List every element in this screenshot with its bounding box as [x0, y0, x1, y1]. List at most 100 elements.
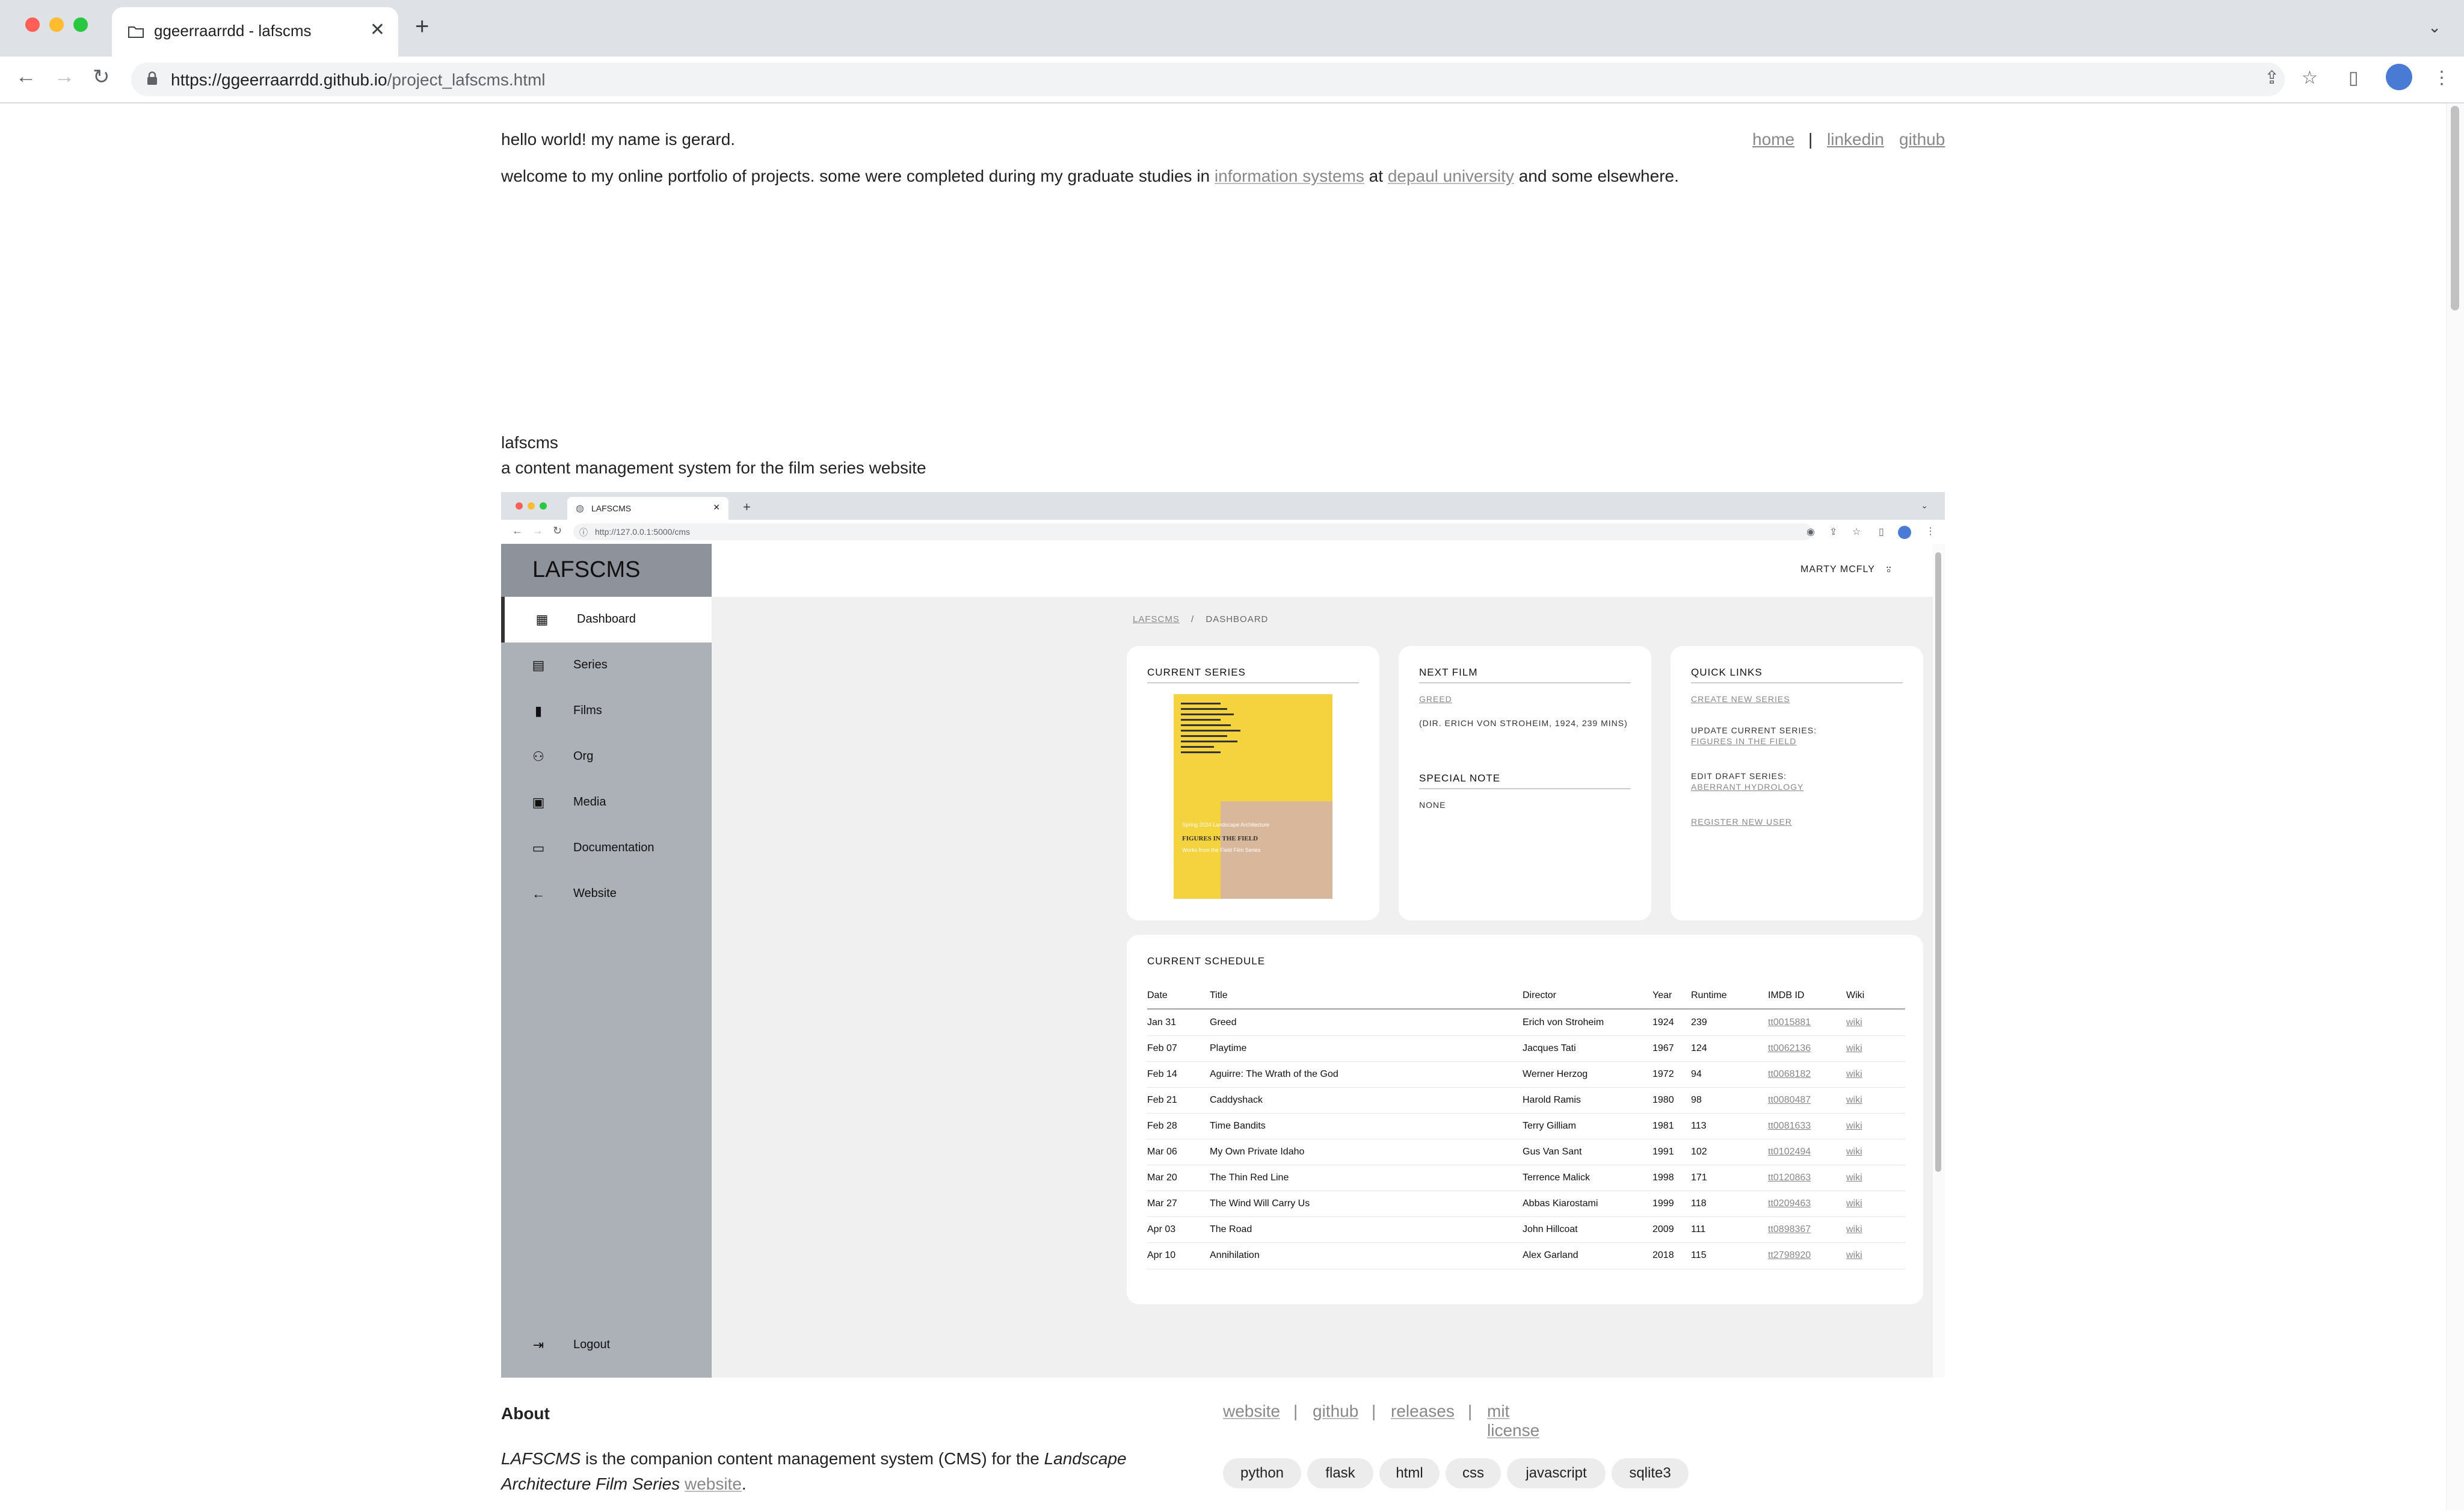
current-series-rule: [1147, 682, 1359, 683]
about-website-link[interactable]: website: [685, 1475, 742, 1493]
nav-home-link[interactable]: home: [1752, 130, 1794, 149]
sidebar-item-org: ⚇ Org: [501, 734, 712, 780]
lock-icon: [147, 71, 157, 85]
col-header-imdb: IMDB ID: [1768, 990, 1805, 1000]
cell-year: 1999: [1652, 1198, 1674, 1209]
cell-director: Abbas Kiarostami: [1523, 1198, 1598, 1209]
bookmark-star-icon[interactable]: ☆: [2302, 67, 2318, 88]
next-film-title: NEXT FILM: [1419, 667, 1478, 678]
cell-imdb-link: tt0209463: [1768, 1198, 1811, 1209]
cell-director: Terrence Malick: [1523, 1173, 1591, 1183]
col-header-year: Year: [1652, 990, 1672, 1000]
col-header-wiki: Wiki: [1846, 990, 1865, 1000]
close-tab-icon[interactable]: ✕: [370, 19, 385, 40]
cell-title: Time Bandits: [1210, 1121, 1266, 1131]
cell-year: 1981: [1652, 1121, 1674, 1131]
document-icon: ▭: [532, 840, 545, 855]
col-header-title: Title: [1210, 990, 1228, 1000]
table-row: Feb 07 Playtime Jacques Tati 1967 124 tt…: [1147, 1035, 1905, 1062]
browser-tab[interactable]: ggeerraarrdd - lafscms ✕: [112, 7, 398, 57]
user-account-icon: ⍤: [1885, 562, 1893, 577]
schedule-title: CURRENT SCHEDULE: [1147, 955, 1266, 967]
inner-share-icon: ⇪: [1829, 527, 1838, 537]
next-film-card: NEXT FILM GREED (DIR. ERICH VON STROHEIM…: [1399, 646, 1651, 920]
cell-director: Werner Herzog: [1523, 1069, 1588, 1079]
table-row: Feb 21 Caddyshack Harold Ramis 1980 98 t…: [1147, 1087, 1905, 1114]
create-series-link: CREATE NEW SERIES: [1691, 694, 1790, 704]
cell-imdb-link: tt0080487: [1768, 1095, 1811, 1105]
cell-director: John Hillcoat: [1523, 1224, 1578, 1234]
col-header-runtime: Runtime: [1691, 990, 1727, 1000]
inner-info-icon: ⓘ: [579, 528, 588, 537]
cell-director: Harold Ramis: [1523, 1095, 1581, 1105]
nav-github-link[interactable]: github: [1899, 130, 1945, 149]
page-scrollbar-thumb[interactable]: [2451, 106, 2459, 310]
next-film-link: GREED: [1419, 694, 1452, 704]
series-poster: Spring 2024 Landscape Architecture FIGUR…: [1174, 694, 1332, 899]
cell-runtime: 94: [1691, 1069, 1702, 1079]
hello-text: hello world! my name is gerard.: [501, 130, 736, 149]
project-description: a content management system for the film…: [501, 458, 926, 477]
cell-wiki-link: wiki: [1846, 1173, 1862, 1183]
profile-avatar[interactable]: [2386, 64, 2412, 90]
browser-tab-strip: ggeerraarrdd - lafscms ✕ + ⌄: [0, 0, 2464, 57]
tag-sqlite3: sqlite3: [1612, 1458, 1689, 1488]
arrow-left-icon: ←: [532, 886, 545, 901]
image-icon: ▣: [532, 795, 545, 810]
poster-line-1: Spring 2024 Landscape Architecture: [1182, 822, 1270, 828]
welcome-post: and some elsewhere.: [1514, 167, 1679, 185]
depaul-university-link[interactable]: depaul university: [1388, 167, 1514, 185]
tag-css: css: [1446, 1458, 1501, 1488]
side-panel-icon[interactable]: ▯: [2348, 67, 2359, 88]
close-window-button[interactable]: [25, 17, 40, 32]
update-series-link: FIGURES IN THE FIELD: [1691, 736, 1797, 746]
breadcrumb-separator: /: [1191, 614, 1195, 624]
inner-back-icon: ←: [512, 525, 523, 537]
page-scrollbar[interactable]: [2446, 103, 2464, 1510]
sidebar-item-dashboard: ▦ Dashboard: [501, 597, 712, 643]
special-note-rule: [1419, 788, 1631, 789]
inner-reload-icon: ↻: [553, 525, 562, 537]
cell-date: Feb 07: [1147, 1043, 1177, 1053]
project-releases-link[interactable]: releases: [1391, 1402, 1455, 1421]
project-github-link[interactable]: github: [1313, 1402, 1358, 1421]
cell-director: Alex Garland: [1523, 1250, 1578, 1260]
sidebar-label-website: Website: [573, 887, 617, 900]
tab-search-chevron-icon[interactable]: ⌄: [2428, 18, 2441, 37]
cell-title: The Wind Will Carry Us: [1210, 1198, 1310, 1209]
breadcrumb-root: LAFSCMS: [1133, 614, 1180, 624]
col-header-director: Director: [1523, 990, 1557, 1000]
cell-year: 2009: [1652, 1224, 1674, 1234]
cell-year: 1980: [1652, 1095, 1674, 1105]
about-text: LAFSCMS is the companion content managem…: [501, 1449, 1127, 1493]
address-bar[interactable]: https://ggeerraarrdd.github.io/project_l…: [131, 63, 2285, 96]
cell-date: Apr 10: [1147, 1250, 1176, 1260]
cell-year: 1924: [1652, 1017, 1674, 1028]
minimize-window-button[interactable]: [49, 17, 64, 32]
back-button[interactable]: ←: [16, 65, 36, 88]
current-series-title: CURRENT SERIES: [1147, 667, 1246, 678]
cell-date: Mar 27: [1147, 1198, 1177, 1209]
cell-runtime: 98: [1691, 1095, 1702, 1105]
cell-runtime: 124: [1691, 1043, 1707, 1053]
cell-runtime: 115: [1691, 1250, 1707, 1260]
cell-year: 2018: [1652, 1250, 1674, 1260]
table-row: Jan 31 Greed Erich von Stroheim 1924 239…: [1147, 1009, 1905, 1036]
folder-icon: [128, 26, 144, 38]
share-icon[interactable]: ⇪: [2264, 67, 2279, 88]
project-website-link[interactable]: website: [1223, 1402, 1280, 1421]
nav-linkedin-link[interactable]: linkedin: [1827, 130, 1884, 149]
forward-button[interactable]: →: [54, 65, 75, 88]
table-row: Mar 27 The Wind Will Carry Us Abbas Kiar…: [1147, 1191, 1905, 1217]
new-tab-button[interactable]: +: [415, 13, 429, 40]
project-license-link[interactable]: mit license: [1487, 1402, 1539, 1440]
cell-date: Feb 28: [1147, 1121, 1177, 1131]
cms-brand: LAFSCMS: [501, 544, 712, 597]
inner-address-bar: ⓘ http://127.0.0.1:5000/cms: [573, 523, 1813, 540]
cell-imdb-link: tt0068182: [1768, 1069, 1811, 1079]
information-systems-link[interactable]: information systems: [1215, 167, 1364, 185]
zoom-window-button[interactable]: [73, 17, 88, 32]
reload-button[interactable]: ↻: [93, 65, 110, 89]
sidebar-label-logout: Logout: [573, 1338, 611, 1351]
menu-dots-icon[interactable]: ⋮: [2433, 67, 2451, 88]
